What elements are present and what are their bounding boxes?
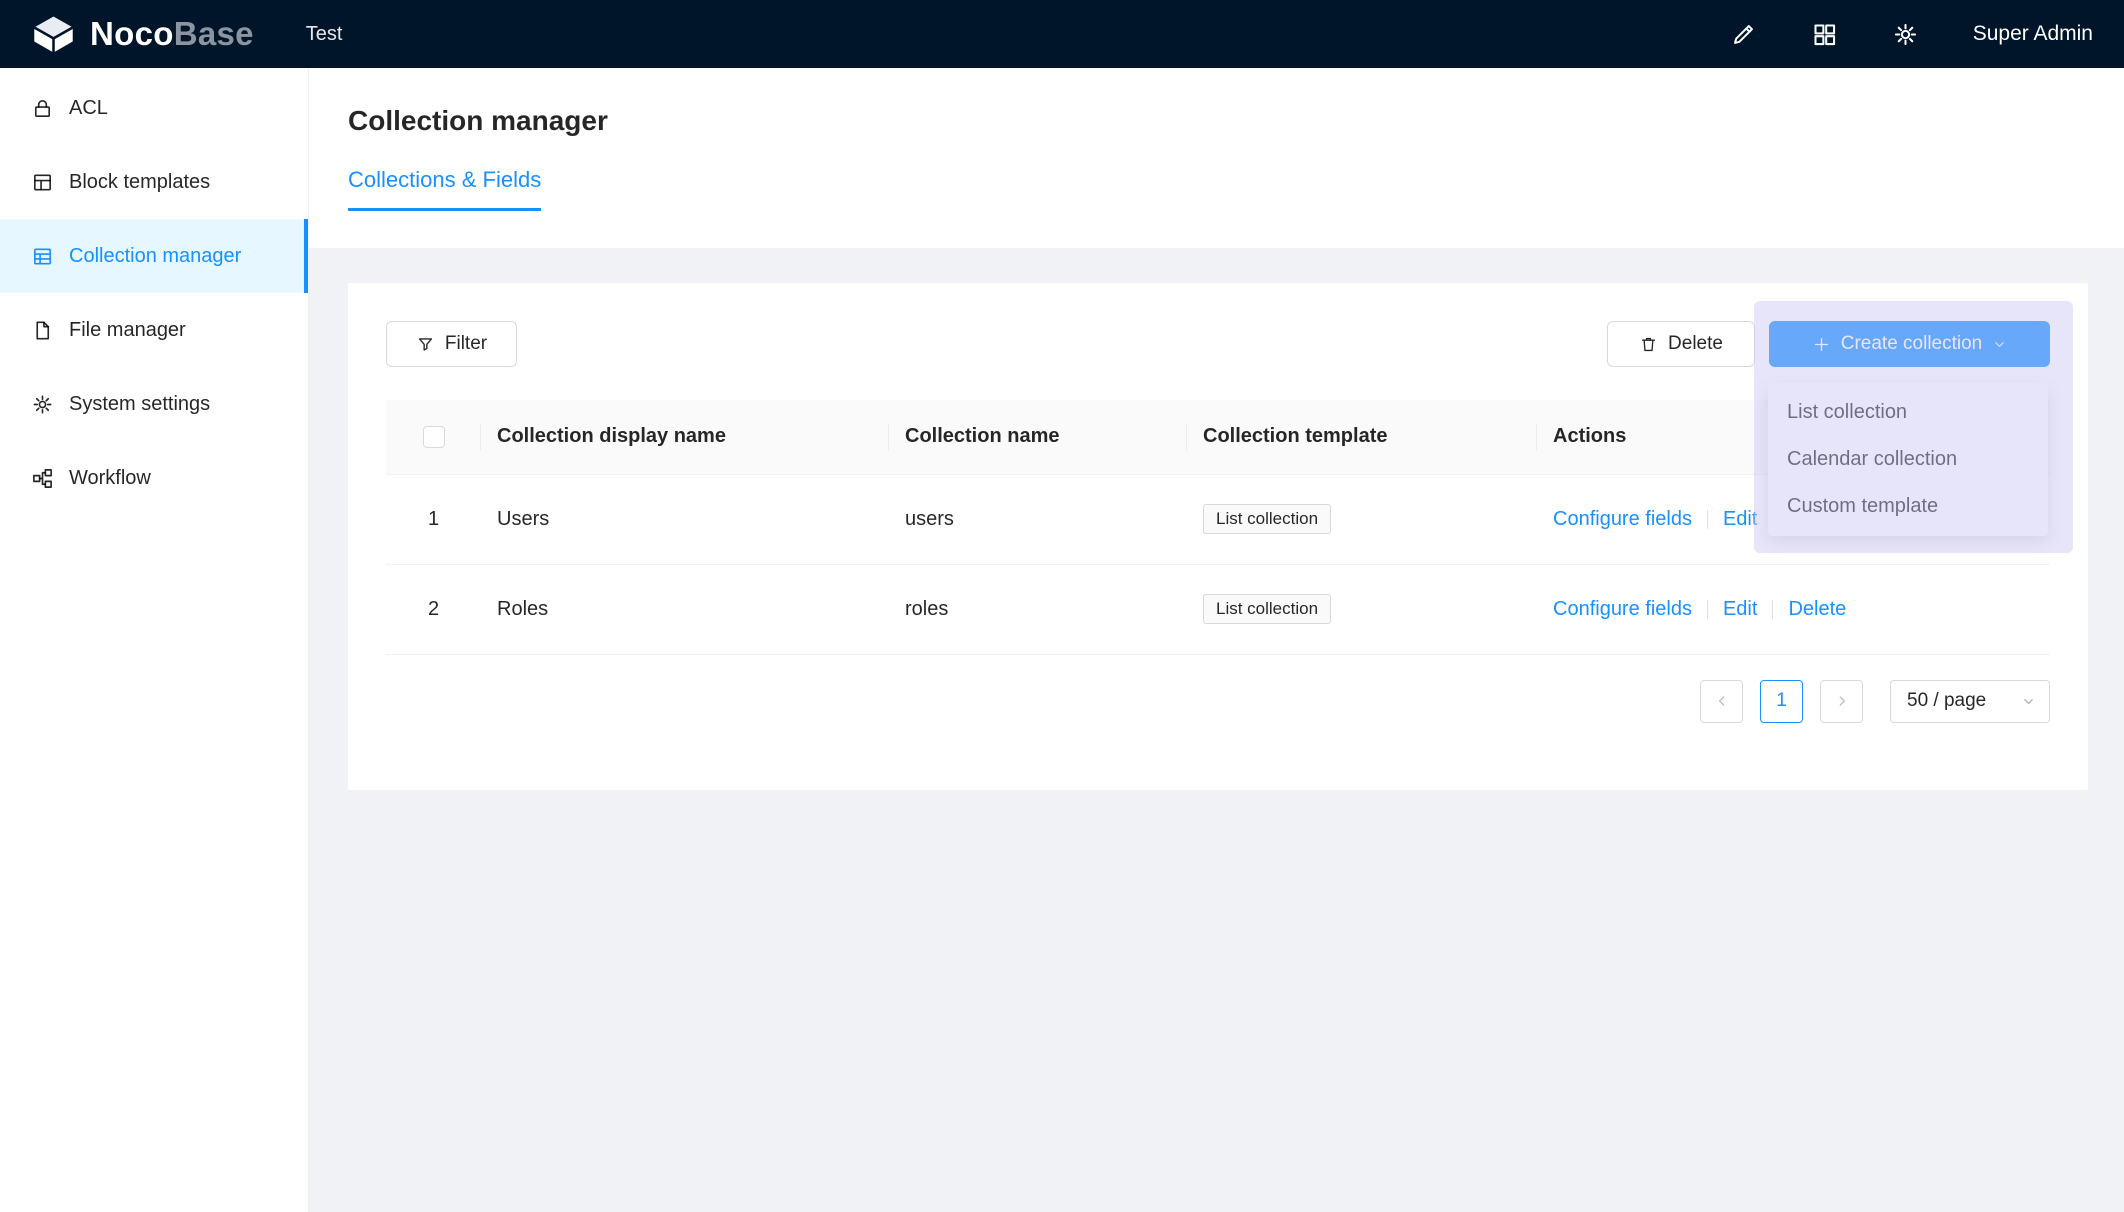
sidebar-item-acl[interactable]: ACL: [0, 71, 308, 145]
delete-button-label: Delete: [1668, 333, 1723, 355]
lock-icon: [31, 97, 54, 120]
sidebar-item-block-templates[interactable]: Block templates: [0, 145, 308, 219]
edit-link[interactable]: Edit: [1723, 508, 1757, 531]
collection-icon: [31, 245, 54, 268]
chevron-left-icon: [1714, 693, 1730, 709]
sidebar-item-label: Workflow: [69, 467, 151, 490]
brand-bold: Noco: [90, 15, 174, 52]
cell-display-name: Roles: [481, 564, 889, 654]
delete-button[interactable]: Delete: [1607, 321, 1755, 367]
row-actions: Configure fields Edit Delete: [1553, 598, 2050, 621]
gear-icon: [31, 393, 54, 416]
configure-fields-link[interactable]: Configure fields: [1553, 598, 1692, 621]
sidebar-item-workflow[interactable]: Workflow: [0, 441, 308, 515]
layout-icon: [31, 171, 54, 194]
create-collection-dropdown: List collection Calendar collection Cust…: [1768, 383, 2048, 536]
column-header-display-name: Collection display name: [481, 400, 889, 474]
cell-collection-name: users: [889, 474, 1187, 564]
nocobase-logo[interactable]: NocoBase: [0, 14, 254, 55]
menu-item-list-collection[interactable]: List collection: [1768, 389, 2048, 436]
cell-display-name: Users: [481, 474, 889, 564]
menu-item-calendar-collection[interactable]: Calendar collection: [1768, 436, 2048, 483]
user-menu[interactable]: Super Admin: [1973, 22, 2093, 46]
toolbar-right: Delete Create collection: [1607, 321, 2050, 367]
action-divider: [1707, 600, 1708, 619]
filter-button-label: Filter: [445, 333, 487, 355]
select-all-checkbox[interactable]: [423, 426, 445, 448]
topbar-menu-item-test[interactable]: Test: [306, 23, 343, 46]
trash-icon: [1639, 335, 1658, 354]
tab-collections-and-fields[interactable]: Collections & Fields: [348, 167, 541, 211]
filter-icon: [416, 335, 435, 354]
page-title: Collection manager: [348, 105, 2124, 137]
card-toolbar: Filter Delete Create collection: [348, 283, 2088, 367]
gear-icon[interactable]: [1892, 21, 1919, 48]
chevron-right-icon: [1834, 693, 1850, 709]
create-collection-button[interactable]: Create collection: [1769, 321, 2050, 367]
sidebar-item-system-settings[interactable]: System settings: [0, 367, 308, 441]
sidebar-item-label: File manager: [69, 319, 186, 342]
sidebar-item-collection-manager[interactable]: Collection manager: [0, 219, 308, 293]
sidebar-item-label: Collection manager: [69, 245, 241, 268]
workflow-icon: [31, 467, 54, 490]
plus-icon: [1812, 335, 1831, 354]
cell-collection-name: roles: [889, 564, 1187, 654]
configure-fields-link[interactable]: Configure fields: [1553, 508, 1692, 531]
file-icon: [31, 319, 54, 342]
edit-link[interactable]: Edit: [1723, 598, 1757, 621]
template-tag: List collection: [1203, 594, 1331, 624]
page-size-value: 50 / page: [1907, 690, 1986, 712]
chevron-down-icon: [2021, 694, 2036, 709]
brand-text: NocoBase: [90, 15, 254, 53]
action-divider: [1707, 510, 1708, 529]
page-number-button[interactable]: 1: [1760, 680, 1803, 723]
pagination: 1 50 / page: [386, 680, 2050, 723]
row-index: 2: [386, 564, 481, 654]
delete-link[interactable]: Delete: [1788, 598, 1846, 621]
topbar-right: Super Admin: [1730, 21, 2124, 48]
blocks-icon[interactable]: [1811, 21, 1838, 48]
column-header-template: Collection template: [1187, 400, 1537, 474]
tab-label: Collections & Fields: [348, 167, 541, 192]
nocobase-cube-icon: [30, 14, 77, 55]
create-collection-label: Create collection: [1841, 333, 1983, 355]
highlighter-icon[interactable]: [1730, 21, 1757, 48]
sidebar-item-label: Block templates: [69, 171, 210, 194]
main-content: Collection manager Collections & Fields …: [309, 68, 2124, 1212]
chevron-down-icon: [1992, 337, 2007, 352]
sidebar-item-file-manager[interactable]: File manager: [0, 293, 308, 367]
next-page-button[interactable]: [1820, 680, 1863, 723]
table-row: 2 Roles roles List collection Configure …: [386, 564, 2050, 654]
page-size-select[interactable]: 50 / page: [1890, 680, 2050, 723]
menu-item-custom-template[interactable]: Custom template: [1768, 483, 2048, 530]
action-divider: [1772, 600, 1773, 619]
settings-sidebar: ACL Block templates Collection manager F…: [0, 68, 309, 1212]
filter-button[interactable]: Filter: [386, 321, 517, 367]
sidebar-item-label: System settings: [69, 393, 210, 416]
sidebar-item-label: ACL: [69, 97, 108, 120]
topbar: NocoBase Test Super Admin: [0, 0, 2124, 68]
column-header-name: Collection name: [889, 400, 1187, 474]
page-header: Collection manager Collections & Fields: [309, 68, 2124, 248]
template-tag: List collection: [1203, 504, 1331, 534]
collections-card: Filter Delete Create collection: [348, 283, 2088, 790]
row-index: 1: [386, 474, 481, 564]
brand-light: Base: [174, 15, 254, 52]
app-screen: NocoBase Test Super Admin ACL: [0, 0, 2124, 1212]
prev-page-button[interactable]: [1700, 680, 1743, 723]
